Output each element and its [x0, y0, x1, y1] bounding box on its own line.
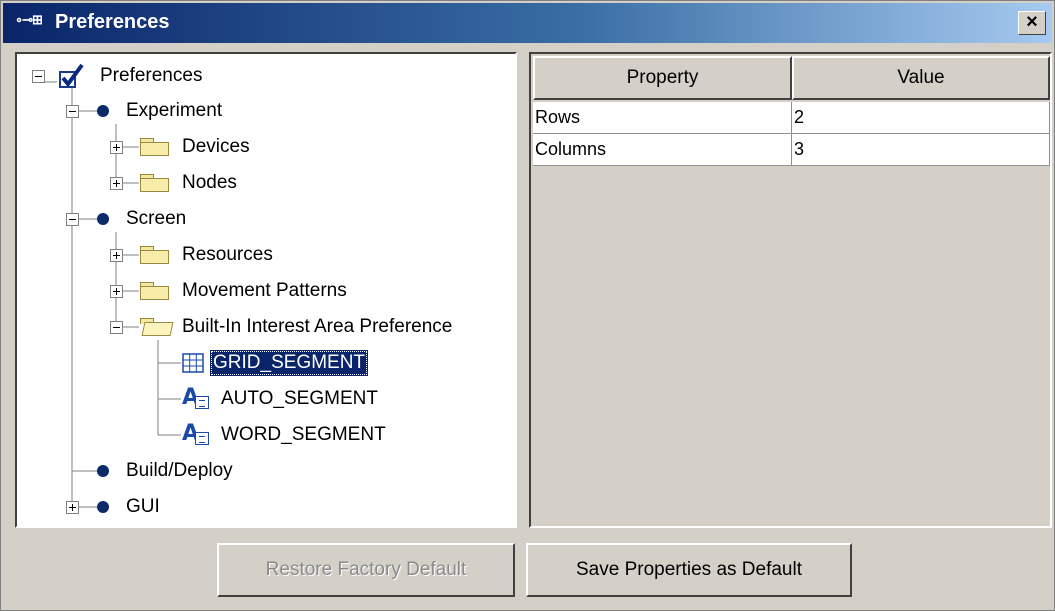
window-title: Preferences — [55, 11, 170, 33]
tree-node-builtin-ia[interactable]: Built-In Interest Area Preference — [139, 312, 455, 342]
tree-label: Devices — [182, 136, 250, 157]
tree-expander-experiment[interactable] — [66, 105, 79, 118]
close-button[interactable]: × — [1018, 11, 1046, 35]
tree-expander-movement-patterns[interactable] — [110, 285, 123, 298]
bullet-icon — [97, 465, 109, 477]
restore-factory-default-button: Restore Factory Default — [217, 543, 515, 597]
preferences-tree[interactable]: Preferences Experiment Devices Nodes Scr… — [15, 52, 517, 528]
property-cell[interactable]: Rows — [533, 102, 792, 134]
tree-label: Resources — [182, 244, 273, 265]
tree-label: WORD_SEGMENT — [221, 424, 386, 445]
tree-label: GUI — [126, 496, 160, 517]
tree-label: AUTO_SEGMENT — [221, 388, 378, 409]
value-cell[interactable]: 2 — [792, 102, 1050, 134]
preferences-window: ∘⊸⊞ Preferences × Preferences Experiment… — [0, 0, 1055, 611]
tree-node-nodes[interactable]: Nodes — [139, 168, 240, 198]
bullet-icon — [97, 501, 109, 513]
grid-icon — [182, 353, 204, 373]
bullet-icon — [97, 213, 109, 225]
value-cell[interactable]: 3 — [792, 134, 1050, 166]
text-autosegment-icon: A — [182, 385, 212, 411]
tree-label: Movement Patterns — [182, 280, 347, 301]
tree-expander-builtin-ia[interactable] — [110, 321, 123, 334]
tree-expander-screen[interactable] — [66, 213, 79, 226]
tree-label: Screen — [126, 208, 187, 229]
table-header: Property Value — [533, 56, 1050, 100]
folder-open-icon — [139, 317, 174, 337]
save-properties-as-default-button[interactable]: Save Properties as Default — [526, 543, 852, 597]
tree-expander-nodes[interactable] — [110, 177, 123, 190]
folder-icon — [139, 173, 171, 193]
tree-node-screen[interactable]: Screen — [97, 204, 189, 234]
bullet-icon — [97, 105, 109, 117]
tree-expander-resources[interactable] — [110, 249, 123, 262]
column-header-value[interactable]: Value — [792, 56, 1050, 100]
tree-label: Preferences — [100, 65, 203, 86]
tree-expander-root[interactable] — [32, 70, 45, 83]
tree-node-word-segment[interactable]: A WORD_SEGMENT — [182, 420, 389, 450]
tree-expander-devices[interactable] — [110, 141, 123, 154]
tree-node-gui[interactable]: GUI — [97, 492, 163, 522]
tree-node-resources[interactable]: Resources — [139, 240, 276, 270]
property-cell[interactable]: Columns — [533, 134, 792, 166]
tree-label: Build/Deploy — [126, 460, 233, 481]
tree-node-experiment[interactable]: Experiment — [97, 96, 225, 126]
tree-node-devices[interactable]: Devices — [139, 132, 253, 162]
property-table: Property Value Rows 2 Columns 3 — [529, 52, 1052, 528]
table-row[interactable]: Columns 3 — [533, 134, 1050, 166]
tree-label-selected: GRID_SEGMENT — [210, 350, 369, 376]
column-header-property[interactable]: Property — [533, 56, 792, 100]
folder-icon — [139, 245, 171, 265]
folder-icon — [139, 137, 171, 157]
tree-label: Built-In Interest Area Preference — [182, 316, 453, 337]
tree-node-grid-segment[interactable]: GRID_SEGMENT — [182, 348, 369, 378]
folder-icon — [139, 281, 171, 301]
checkbox-checked-icon — [59, 63, 84, 88]
tree-label: Nodes — [182, 172, 237, 193]
tree-node-build-deploy[interactable]: Build/Deploy — [97, 456, 236, 486]
text-wordsegment-icon: A — [182, 421, 212, 447]
tree-node-preferences[interactable]: Preferences — [59, 61, 205, 91]
table-body: Rows 2 Columns 3 — [533, 102, 1050, 166]
chain-link-icon: ∘⊸⊞ — [15, 12, 43, 27]
tree-node-auto-segment[interactable]: A AUTO_SEGMENT — [182, 384, 381, 414]
table-row[interactable]: Rows 2 — [533, 102, 1050, 134]
close-icon: × — [1026, 11, 1038, 33]
tree-label: Experiment — [126, 100, 223, 121]
tree-node-movement-patterns[interactable]: Movement Patterns — [139, 276, 350, 306]
tree-expander-gui[interactable] — [66, 501, 79, 514]
title-bar[interactable]: ∘⊸⊞ Preferences × — [3, 3, 1052, 43]
